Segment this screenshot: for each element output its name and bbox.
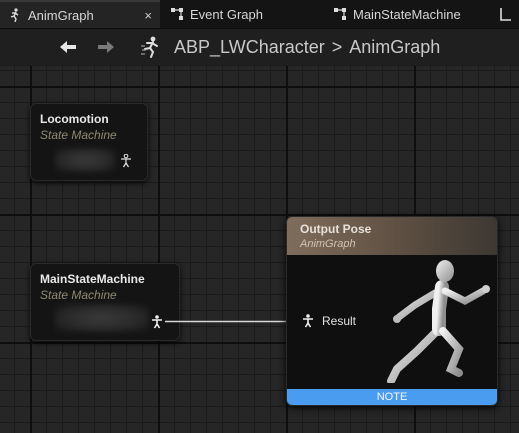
tab-label: Event Graph <box>190 6 263 22</box>
breadcrumb: ABP_LWCharacter > AnimGraph <box>0 29 519 65</box>
close-icon[interactable]: × <box>144 8 152 23</box>
tab-overflow[interactable]: L <box>499 0 519 28</box>
output-pose-header: Output Pose AnimGraph <box>287 217 497 255</box>
anim-blueprint-icon <box>140 36 162 58</box>
note-bar[interactable]: NOTE <box>287 389 497 405</box>
mannequin-preview <box>387 260 490 383</box>
tab-event-graph[interactable]: Event Graph <box>170 0 315 28</box>
tab-bar: AnimGraph × Event Graph MainStateMachine… <box>0 0 519 29</box>
tab-main-state-machine[interactable]: MainStateMachine <box>333 0 493 28</box>
output-pose-node[interactable]: Output Pose AnimGraph Result NOTE <box>286 216 498 406</box>
tab-animgraph[interactable]: AnimGraph × <box>0 0 160 28</box>
breadcrumb-separator: > <box>331 36 343 57</box>
graph-canvas[interactable]: Locomotion State Machine MainStateMachin… <box>0 66 519 433</box>
arrow-right-icon[interactable] <box>96 37 116 57</box>
arrow-left-icon[interactable] <box>58 37 78 57</box>
event-graph-icon <box>170 7 184 21</box>
node-subtitle: AnimGraph <box>300 238 356 250</box>
state-machine-icon <box>333 7 347 21</box>
anim-graph-icon <box>8 8 22 22</box>
tab-label: AnimGraph <box>28 7 94 23</box>
node-title: Output Pose <box>300 222 372 236</box>
result-pin-icon[interactable] <box>301 314 315 328</box>
state-machine-icon <box>499 7 513 21</box>
breadcrumb-graph[interactable]: AnimGraph <box>349 37 440 58</box>
tab-label: MainStateMachine <box>353 6 461 22</box>
result-pin-label: Result <box>322 314 357 328</box>
breadcrumb-blueprint[interactable]: ABP_LWCharacter <box>174 37 325 58</box>
